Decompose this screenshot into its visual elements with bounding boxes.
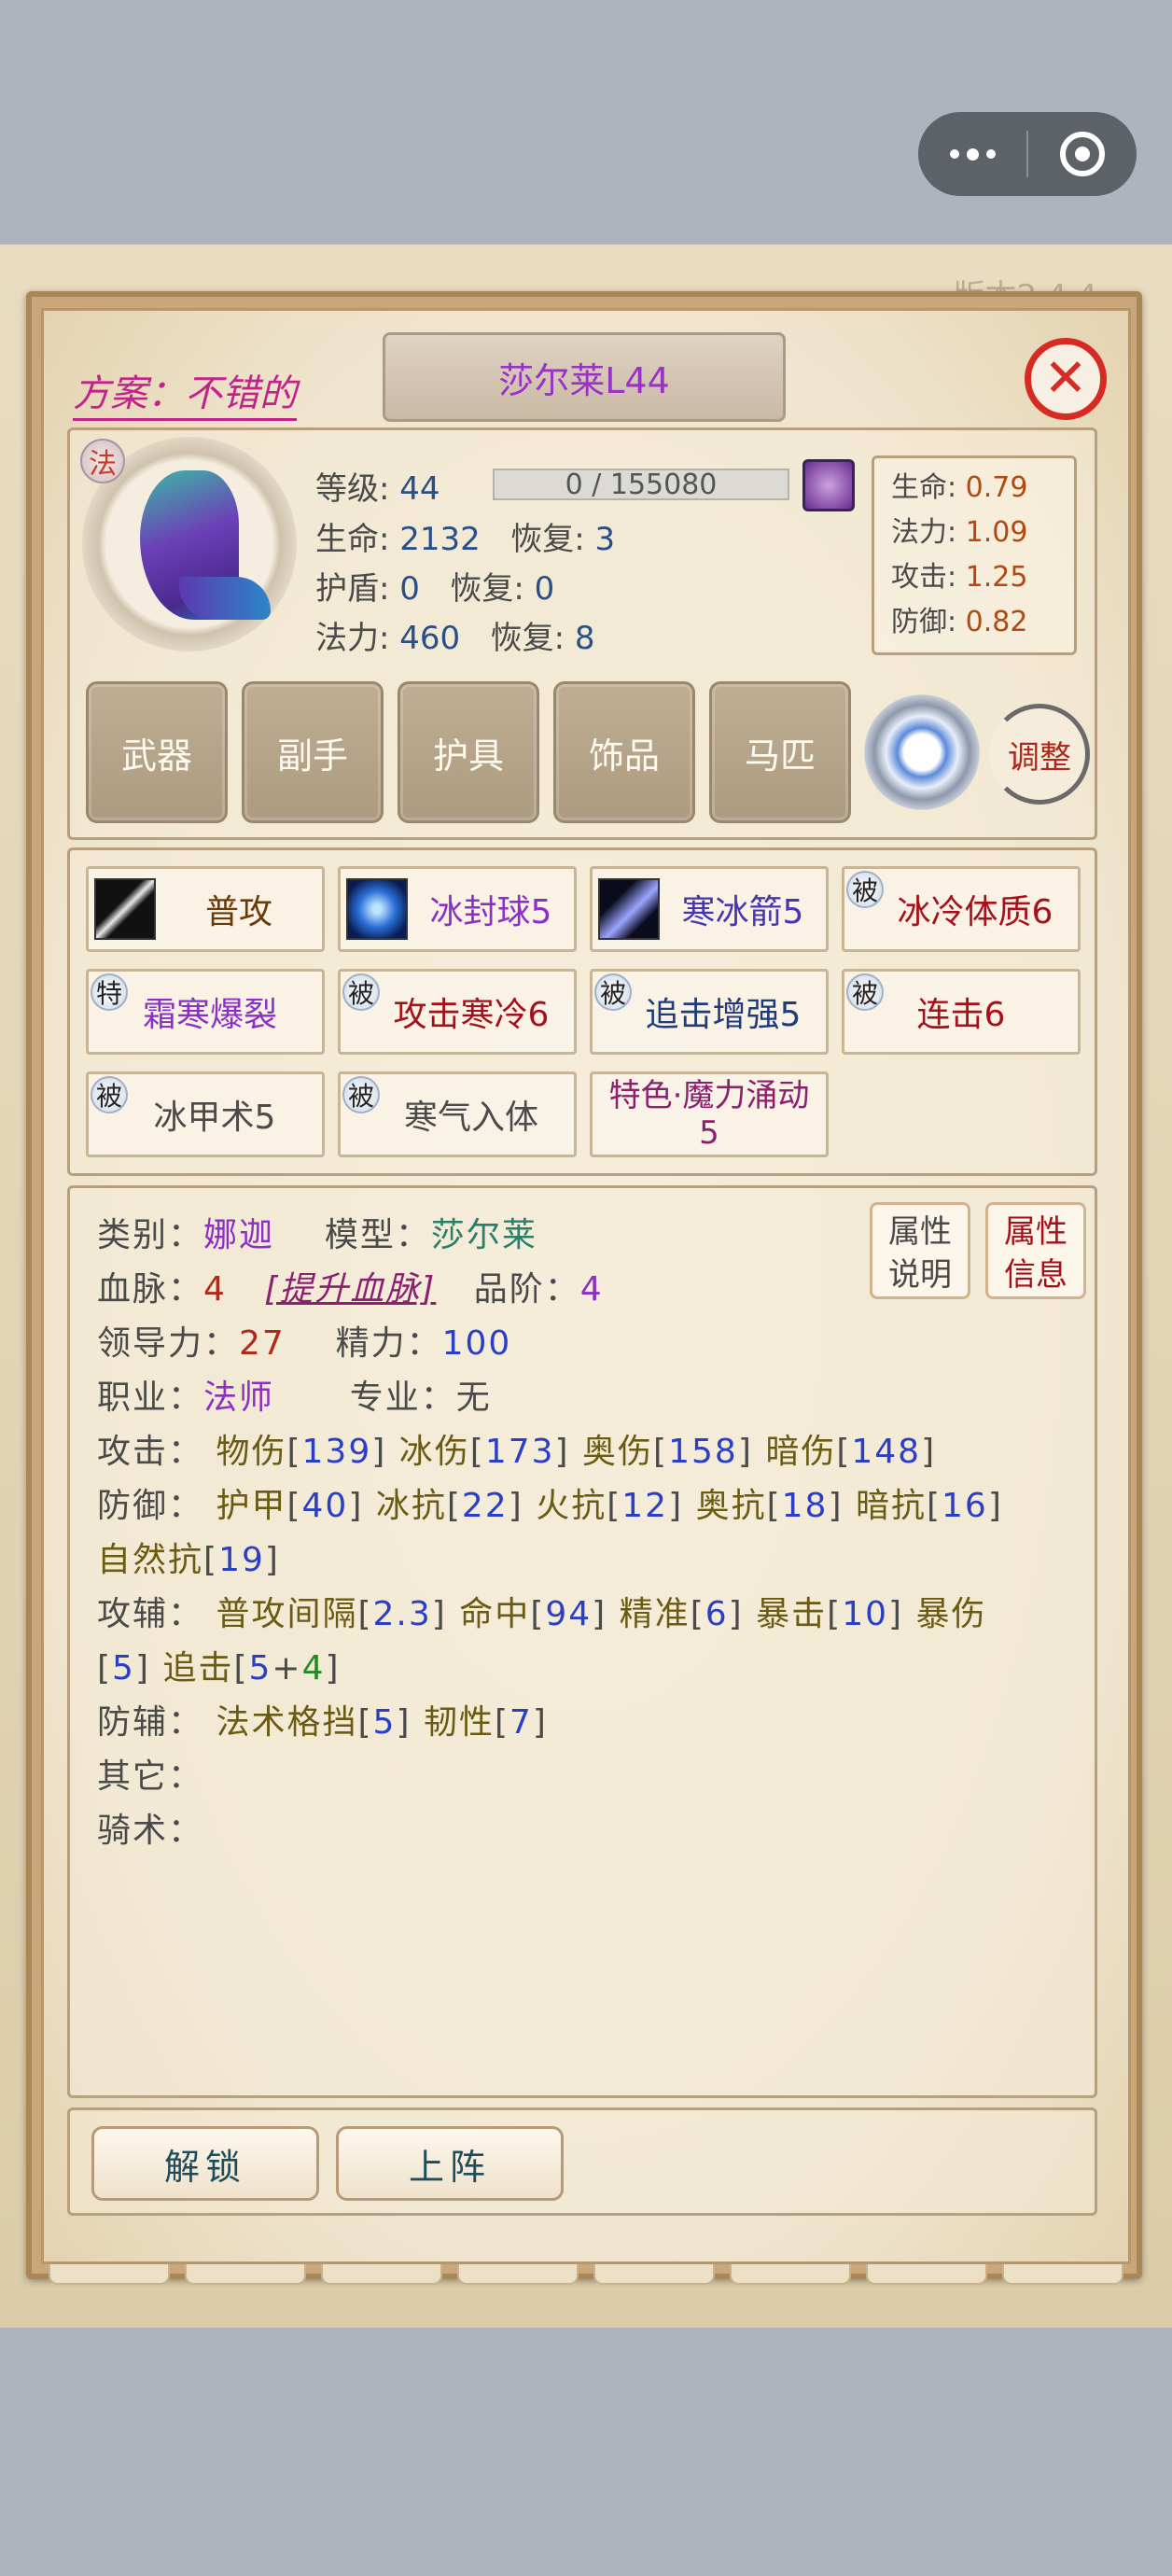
sword-icon — [94, 878, 156, 940]
shield-emblem-icon[interactable] — [864, 694, 980, 810]
unit-title: 莎尔莱L44 — [383, 332, 786, 422]
scheme-link[interactable]: 方案：不错的 — [73, 370, 297, 421]
passive-tag: 被 — [91, 1076, 128, 1113]
mp-row: 法力: 460 恢复: 8 — [315, 620, 595, 657]
aux-attack-line-2: [5] 追击[5+4] — [97, 1649, 341, 1687]
unlock-button[interactable]: 解锁 — [91, 2126, 319, 2201]
ice-arrow-icon — [598, 878, 660, 940]
miniprogram-capsule — [918, 112, 1137, 196]
ratio-box: 生命: 0.79 法力: 1.09 攻击: 1.25 防御: 0.82 — [872, 455, 1077, 655]
bottom-tab-strip — [41, 2264, 1131, 2292]
passive-tag: 被 — [846, 973, 884, 1011]
skill-slot[interactable]: 被 追击增强5 — [590, 969, 829, 1055]
job-line: 职业：法师 专业：无 — [97, 1379, 492, 1417]
hp-row: 生命: 2132 恢复: 3 — [315, 521, 616, 558]
aux-defense-line: 防辅： 法术格挡[5] 韧性[7] — [97, 1703, 548, 1742]
defense-line: 防御： 护甲[40] 冰抗[22] 火抗[12] 奥抗[18] 暗抗[16] — [97, 1487, 1003, 1525]
ratio-def: 防御: 0.82 — [891, 606, 1028, 638]
skill-slot[interactable]: 普攻 — [86, 866, 325, 952]
blood-grade-line: 血脉：4 [提升血脉] 品阶：4 — [97, 1270, 604, 1309]
skill-slot[interactable]: 被 冰冷体质6 — [842, 866, 1081, 952]
ice-orb-icon — [346, 878, 408, 940]
equip-accessory-button[interactable]: 饰品 — [553, 681, 695, 823]
shield-row: 护盾: 0 恢复: 0 — [315, 570, 555, 608]
exp-bar: 0 / 155080 — [493, 469, 789, 501]
skill-book-icon[interactable] — [802, 459, 855, 511]
skill-slot[interactable]: 特色·魔力涌动 5 — [590, 1071, 829, 1157]
attr-info-button[interactable]: 属性 信息 — [985, 1202, 1086, 1299]
record-circle-icon[interactable] — [1028, 112, 1137, 196]
equip-armor-button[interactable]: 护具 — [398, 681, 539, 823]
aux-attack-line: 攻辅： 普攻间隔[2.3] 命中[94] 精准[6] 暴击[10] 暴伤 — [97, 1595, 987, 1633]
ratio-hp: 生命: 0.79 — [891, 471, 1028, 504]
level-row: 等级: 44 — [315, 470, 440, 508]
deploy-button[interactable]: 上阵 — [336, 2126, 564, 2201]
passive-tag: 被 — [342, 1076, 380, 1113]
skill-slot[interactable]: 特 霜寒爆裂 — [86, 969, 325, 1055]
ratio-atk: 攻击: 1.25 — [891, 561, 1028, 594]
class-badge: 法 — [80, 439, 125, 483]
more-dots-icon[interactable] — [918, 112, 1026, 196]
equip-weapon-button[interactable]: 武器 — [86, 681, 228, 823]
special-tag: 特 — [91, 973, 128, 1011]
skill-slot[interactable]: 冰封球5 — [338, 866, 577, 952]
skill-slot[interactable]: 被 冰甲术5 — [86, 1071, 325, 1157]
close-icon[interactable]: ✕ — [1025, 338, 1107, 420]
skill-slot[interactable]: 被 连击6 — [842, 969, 1081, 1055]
skill-slot[interactable]: 被 寒气入体 — [338, 1071, 577, 1157]
adjust-button[interactable]: 调整 — [989, 704, 1090, 805]
type-model-line: 类别：娜迦 模型：莎尔莱 — [97, 1216, 537, 1254]
equip-mount-button[interactable]: 马匹 — [709, 681, 851, 823]
ratio-mp: 法力: 1.09 — [891, 516, 1028, 549]
passive-tag: 被 — [342, 973, 380, 1011]
attack-line: 攻击： 物伤[139] 冰伤[173] 奥伤[158] 暗伤[148] — [97, 1433, 937, 1471]
equip-offhand-button[interactable]: 副手 — [242, 681, 384, 823]
upgrade-blood-link[interactable]: [提升血脉] — [264, 1270, 436, 1309]
other-line: 其它： — [97, 1757, 204, 1796]
skill-slot[interactable]: 寒冰箭5 — [590, 866, 829, 952]
skill-slot[interactable]: 被 攻击寒冷6 — [338, 969, 577, 1055]
passive-tag: 被 — [846, 871, 884, 908]
defense-line-2: 自然抗[19] — [97, 1541, 280, 1579]
passive-tag: 被 — [594, 973, 632, 1011]
leadership-line: 领导力：27 精力：100 — [97, 1324, 512, 1363]
riding-line: 骑术： — [97, 1812, 204, 1850]
attr-explain-button[interactable]: 属性 说明 — [870, 1202, 970, 1299]
